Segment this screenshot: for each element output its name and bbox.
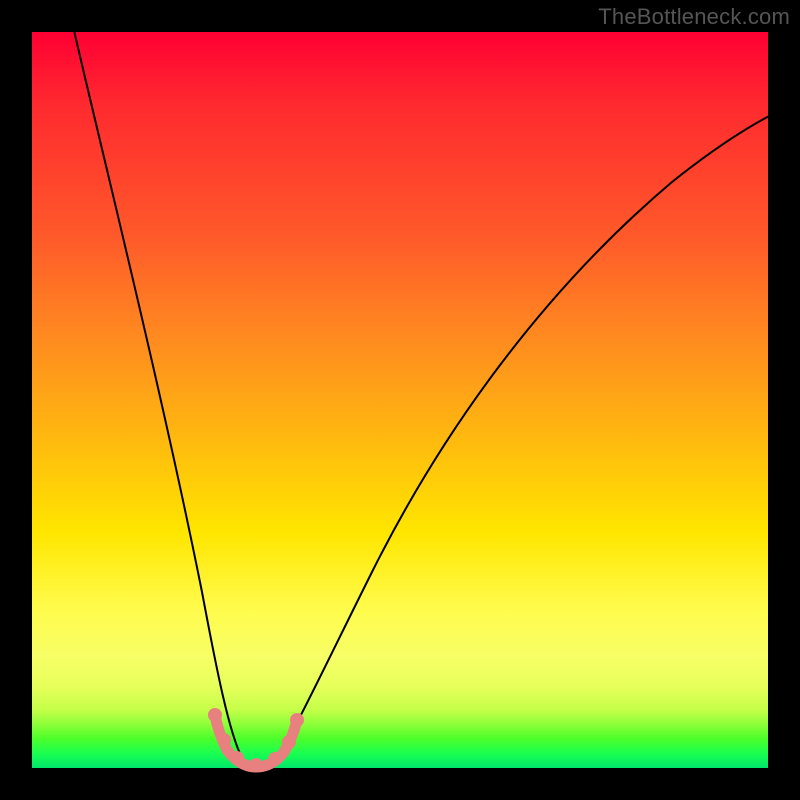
optimal-band-dot <box>208 708 222 722</box>
optimal-band-dot <box>268 752 282 766</box>
optimal-band-dot <box>290 713 304 727</box>
optimal-band-dot <box>249 758 263 772</box>
bottleneck-curve <box>72 22 777 767</box>
chart-frame: TheBottleneck.com <box>0 0 800 800</box>
optimal-band-dot <box>217 733 231 747</box>
optimal-band-dot <box>282 735 296 749</box>
optimal-band-dot <box>230 751 244 765</box>
watermark-text: TheBottleneck.com <box>598 4 790 30</box>
chart-svg <box>32 32 768 768</box>
